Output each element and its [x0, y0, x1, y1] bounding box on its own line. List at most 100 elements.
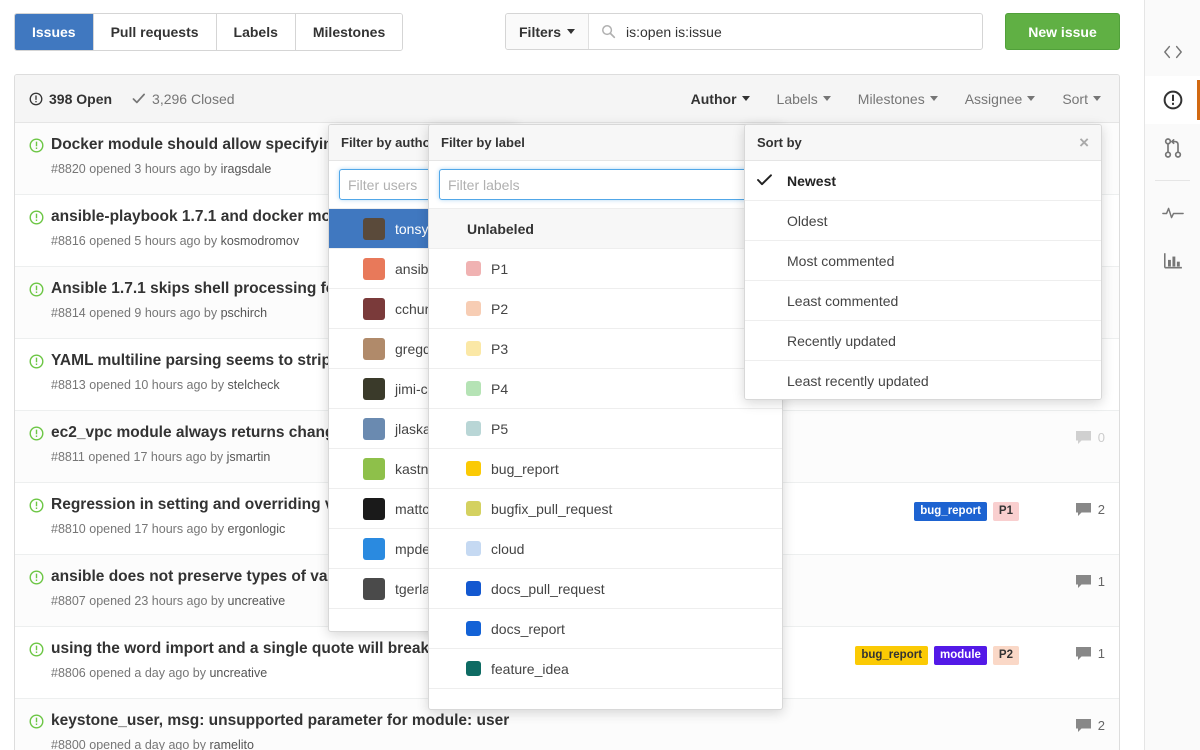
- comment-icon: [1075, 718, 1092, 733]
- sort-option[interactable]: Newest: [745, 161, 1101, 201]
- labels-filter-dropdown[interactable]: Labels: [777, 91, 831, 107]
- author-filter-label: Author: [691, 91, 737, 107]
- issue-opened-text: opened 23 hours ago by: [86, 594, 228, 608]
- issue-label-badge[interactable]: bug_report: [855, 646, 928, 665]
- graph-icon: [1163, 252, 1183, 270]
- issue-opened-text: opened 5 hours ago by: [86, 234, 221, 248]
- sort-option[interactable]: Least commented: [745, 281, 1101, 321]
- issue-opened-icon: [29, 138, 44, 153]
- author-filter-dropdown[interactable]: Author: [691, 91, 750, 107]
- label-option[interactable]: P5: [429, 409, 782, 449]
- new-issue-button[interactable]: New issue: [1005, 13, 1120, 50]
- label-option[interactable]: P2: [429, 289, 782, 329]
- chevron-down-icon: [1093, 96, 1101, 101]
- avatar: [363, 298, 385, 320]
- label-filter-input[interactable]: [439, 169, 772, 200]
- issue-author-link[interactable]: ramelito: [209, 738, 253, 750]
- label-option[interactable]: bugfix_pull_request: [429, 489, 782, 529]
- label-color-swatch: [466, 261, 481, 276]
- issue-author-link[interactable]: iragsdale: [221, 162, 272, 176]
- label-option[interactable]: cloud: [429, 529, 782, 569]
- rail-item-pulse[interactable]: [1145, 189, 1200, 237]
- issue-number: #8807: [51, 594, 86, 608]
- issue-number: #8813: [51, 378, 86, 392]
- issue-label-badge[interactable]: P1: [993, 502, 1019, 521]
- issue-author-link[interactable]: uncreative: [209, 666, 267, 680]
- issue-comment-count[interactable]: 2: [1075, 718, 1105, 733]
- label-unlabeled-option[interactable]: Unlabeled: [429, 209, 782, 249]
- git-pull-request-icon: [1164, 138, 1182, 158]
- issue-label-badge[interactable]: P2: [993, 646, 1019, 665]
- rail-item-graphs[interactable]: [1145, 237, 1200, 285]
- issue-title-link[interactable]: keystone_user, msg: unsupported paramete…: [51, 711, 1105, 731]
- milestones-filter-dropdown[interactable]: Milestones: [858, 91, 938, 107]
- issue-state-icon: [29, 639, 51, 662]
- label-option[interactable]: P3: [429, 329, 782, 369]
- tab-pull-requests[interactable]: Pull requests: [94, 14, 217, 50]
- sort-option[interactable]: Recently updated: [745, 321, 1101, 361]
- filters-dropdown-button[interactable]: Filters: [506, 14, 589, 49]
- rail-item-code[interactable]: [1145, 28, 1200, 76]
- label-option[interactable]: docs_report: [429, 609, 782, 649]
- author-option-label: jlaska: [395, 421, 431, 437]
- issue-author-link[interactable]: stelcheck: [228, 378, 280, 392]
- sort-panel-title: Sort by: [757, 135, 802, 150]
- tab-labels[interactable]: Labels: [217, 14, 296, 50]
- chevron-down-icon: [567, 29, 575, 34]
- issue-opened-text: opened 17 hours ago by: [85, 450, 227, 464]
- issue-state-icon: [29, 495, 51, 518]
- author-option-label: tonsy: [395, 221, 428, 237]
- sort-option[interactable]: Most commented: [745, 241, 1101, 281]
- assignee-filter-dropdown[interactable]: Assignee: [965, 91, 1036, 107]
- issue-comment-count[interactable]: 0: [1075, 430, 1105, 445]
- label-color-swatch: [466, 421, 481, 436]
- close-icon[interactable]: ×: [1079, 134, 1089, 151]
- sort-option[interactable]: Oldest: [745, 201, 1101, 241]
- issue-author-link[interactable]: uncreative: [228, 594, 286, 608]
- chevron-down-icon: [742, 96, 750, 101]
- label-option[interactable]: P1: [429, 249, 782, 289]
- sort-filter-dropdown[interactable]: Sort: [1062, 91, 1101, 107]
- label-option-label: cloud: [491, 541, 524, 557]
- tab-milestones[interactable]: Milestones: [296, 14, 402, 50]
- comment-icon: [1075, 646, 1092, 661]
- label-unlabeled-label: Unlabeled: [467, 221, 534, 237]
- label-option[interactable]: P4: [429, 369, 782, 409]
- search-input[interactable]: [624, 23, 972, 41]
- label-option[interactable]: feature_idea: [429, 649, 782, 689]
- tab-issues[interactable]: Issues: [15, 14, 94, 50]
- issue-label-badge[interactable]: module: [934, 646, 987, 665]
- label-option-label: P4: [491, 381, 508, 397]
- closed-count[interactable]: 3,296 Closed: [132, 91, 235, 107]
- issue-opened-text: opened a day ago by: [86, 666, 210, 680]
- issue-author-link[interactable]: jsmartin: [227, 450, 271, 464]
- comment-icon: [1075, 502, 1092, 517]
- rail-divider: [1155, 180, 1190, 181]
- sort-panel-header: Sort by ×: [745, 125, 1101, 161]
- issue-author-link[interactable]: kosmodromov: [221, 234, 300, 248]
- tab-labels-label: Labels: [234, 24, 278, 40]
- label-option[interactable]: docs_pull_request: [429, 569, 782, 609]
- open-count[interactable]: 398 Open: [29, 91, 112, 107]
- issue-label-badge[interactable]: bug_report: [914, 502, 987, 521]
- sort-option-label: Newest: [787, 173, 836, 189]
- issue-number: #8820: [51, 162, 86, 176]
- issue-state-icon: [29, 711, 51, 734]
- comment-count-value: 1: [1098, 574, 1105, 589]
- issue-author-link[interactable]: pschirch: [221, 306, 268, 320]
- code-icon: [1163, 44, 1183, 60]
- issue-comment-count[interactable]: 1: [1075, 574, 1105, 589]
- issue-comment-count[interactable]: 1: [1075, 646, 1105, 661]
- label-option[interactable]: bug_report: [429, 449, 782, 489]
- issue-comment-count[interactable]: 2: [1075, 502, 1105, 517]
- rail-item-issues[interactable]: [1145, 76, 1200, 124]
- issue-number: #8811: [51, 450, 85, 464]
- comment-count-value: 2: [1098, 718, 1105, 733]
- rail-item-pull-requests[interactable]: [1145, 124, 1200, 172]
- sort-option[interactable]: Least recently updated: [745, 361, 1101, 400]
- issue-opened-icon: [29, 282, 44, 297]
- label-color-swatch: [466, 461, 481, 476]
- issue-number: #8806: [51, 666, 86, 680]
- issue-author-link[interactable]: ergonlogic: [228, 522, 286, 536]
- issue-body: keystone_user, msg: unsupported paramete…: [51, 711, 1105, 750]
